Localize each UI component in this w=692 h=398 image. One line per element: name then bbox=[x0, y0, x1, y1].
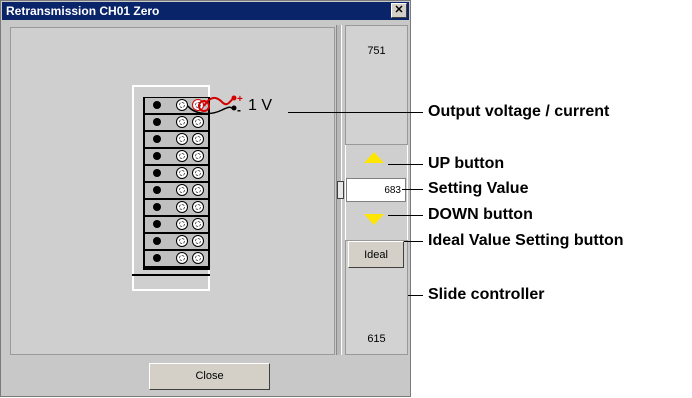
slider-min-value: 615 bbox=[367, 333, 386, 345]
callout-line-up bbox=[388, 164, 423, 165]
down-arrow-icon[interactable] bbox=[364, 214, 384, 225]
callout-down: DOWN button bbox=[428, 206, 533, 223]
screw-icon bbox=[176, 184, 188, 196]
terminal-row bbox=[145, 166, 208, 181]
terminal-dot-icon bbox=[153, 169, 161, 177]
terminal-dot-icon bbox=[153, 220, 161, 228]
screw-icon bbox=[176, 201, 188, 213]
dialog-title: Retransmission CH01 Zero bbox=[2, 2, 409, 20]
screw-icon bbox=[192, 252, 204, 264]
slider-max-value: 751 bbox=[367, 45, 386, 57]
terminal-row bbox=[145, 217, 208, 232]
screw-icon bbox=[192, 235, 204, 247]
callout-line-down bbox=[388, 215, 423, 216]
terminal-dot-icon bbox=[153, 101, 161, 109]
terminal-dot-icon bbox=[153, 152, 161, 160]
setting-value-field[interactable]: 683 bbox=[346, 178, 406, 202]
terminal-row bbox=[145, 234, 208, 249]
screw-icon bbox=[192, 167, 204, 179]
screw-icon bbox=[176, 167, 188, 179]
callout-slide: Slide controller bbox=[428, 286, 545, 303]
screw-icon bbox=[176, 235, 188, 247]
slider-upper-track[interactable] bbox=[345, 25, 408, 145]
screw-icon bbox=[192, 184, 204, 196]
terminal-dot-icon bbox=[153, 237, 161, 245]
callout-setting: Setting Value bbox=[428, 180, 529, 197]
terminal-block-base bbox=[132, 274, 210, 290]
screw-icon bbox=[192, 218, 204, 230]
output-voltage-readout: 1 V bbox=[248, 97, 273, 114]
ideal-button[interactable]: Ideal bbox=[348, 241, 404, 268]
close-icon[interactable]: ✕ bbox=[391, 3, 407, 18]
terminal-row bbox=[145, 132, 208, 147]
callout-line-setting bbox=[402, 189, 423, 190]
terminal-row bbox=[145, 183, 208, 198]
svg-text:-: - bbox=[237, 103, 241, 117]
callout-line-output bbox=[288, 112, 423, 113]
terminal-row bbox=[145, 200, 208, 215]
screw-icon bbox=[192, 150, 204, 162]
callout-line-slide bbox=[408, 295, 423, 296]
terminal-row bbox=[145, 251, 208, 266]
slider-handle[interactable] bbox=[337, 181, 344, 199]
screw-icon bbox=[192, 201, 204, 213]
screw-icon bbox=[176, 218, 188, 230]
terminal-dot-icon bbox=[153, 118, 161, 126]
terminal-dot-icon bbox=[153, 135, 161, 143]
terminal-dot-icon bbox=[153, 254, 161, 262]
callout-ideal: Ideal Value Setting button bbox=[428, 232, 624, 249]
terminal-row bbox=[145, 149, 208, 164]
screw-icon bbox=[176, 150, 188, 162]
callout-line-ideal bbox=[404, 241, 423, 242]
up-arrow-icon[interactable] bbox=[364, 152, 384, 163]
screw-icon bbox=[192, 133, 204, 145]
output-wires-icon: + - bbox=[187, 94, 243, 117]
screw-icon bbox=[176, 133, 188, 145]
terminal-dot-icon bbox=[153, 186, 161, 194]
terminal-dot-icon bbox=[153, 203, 161, 211]
callout-output: Output voltage / current bbox=[428, 103, 610, 120]
close-button[interactable]: Close bbox=[149, 363, 270, 390]
callout-up: UP button bbox=[428, 155, 505, 172]
screw-icon bbox=[176, 252, 188, 264]
